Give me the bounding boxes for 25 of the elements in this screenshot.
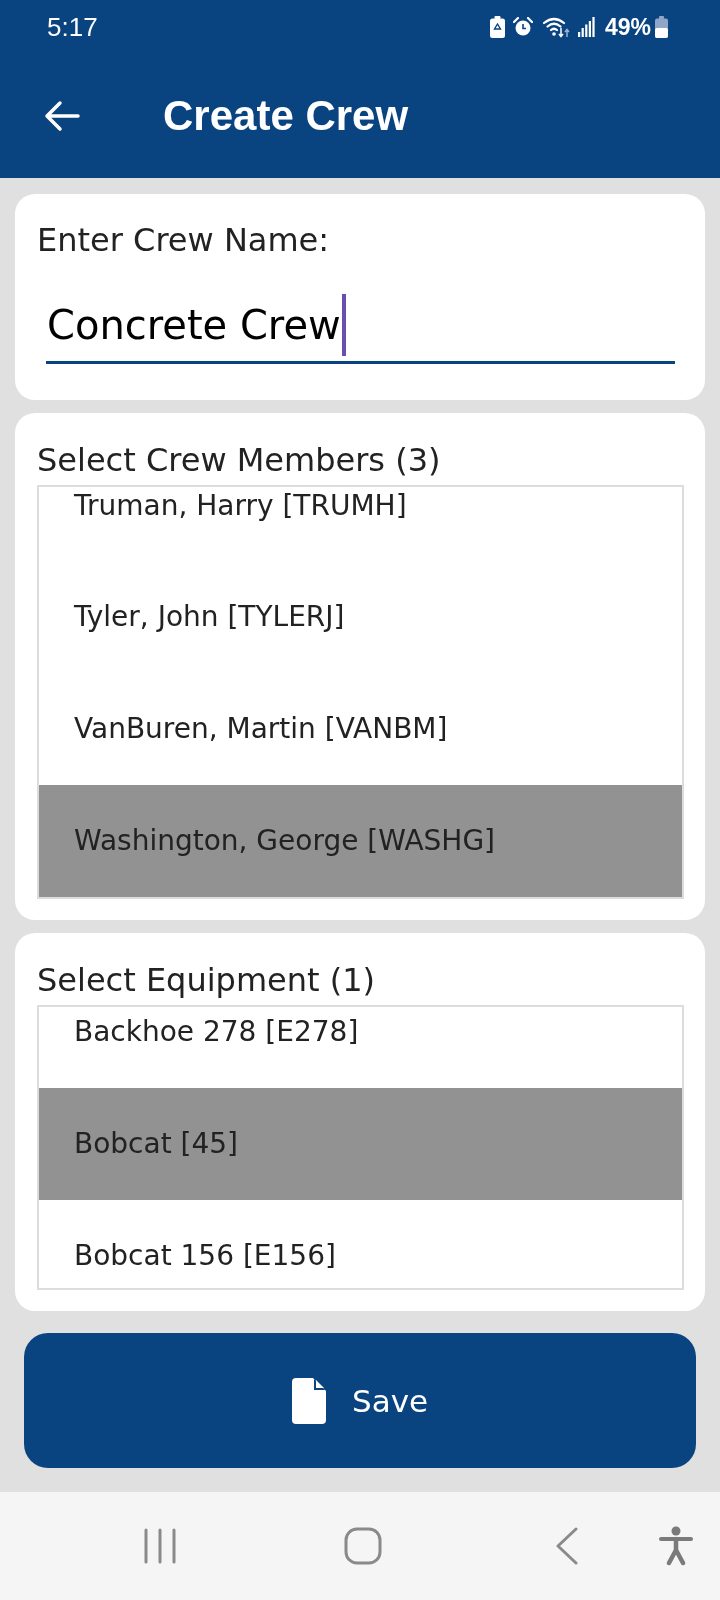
list-item[interactable]: Washington, George [WASHG] (39, 785, 682, 897)
crew-name-input[interactable]: Concrete Crew (46, 288, 675, 364)
save-button[interactable]: Save (24, 1333, 696, 1468)
recent-apps-button[interactable] (143, 1528, 177, 1564)
alarm-clock-icon (512, 17, 533, 37)
crew-name-label: Enter Crew Name: (37, 220, 331, 260)
battery-percent: 49% (604, 13, 651, 41)
screen-title: Create Crew (163, 91, 409, 141)
accessibility-icon (659, 1526, 693, 1566)
equipment-label: Select Equipment (1) (37, 960, 377, 1000)
back-chevron-icon (555, 1527, 579, 1565)
signal-icon (577, 17, 595, 37)
status-time: 5:17 (47, 13, 98, 41)
home-icon (344, 1527, 382, 1565)
list-item[interactable]: Bobcat [45] (39, 1088, 682, 1200)
file-icon (291, 1377, 326, 1424)
battery-saver-icon (489, 16, 505, 38)
crew-members-label: Select Crew Members (3) (37, 440, 442, 480)
back-arrow-icon (44, 100, 80, 132)
battery-icon (655, 16, 668, 38)
home-button[interactable] (344, 1527, 382, 1565)
recent-apps-icon (143, 1528, 177, 1564)
accessibility-button[interactable] (659, 1526, 693, 1566)
back-nav-button[interactable] (555, 1527, 579, 1565)
wifi-icon (542, 16, 570, 38)
